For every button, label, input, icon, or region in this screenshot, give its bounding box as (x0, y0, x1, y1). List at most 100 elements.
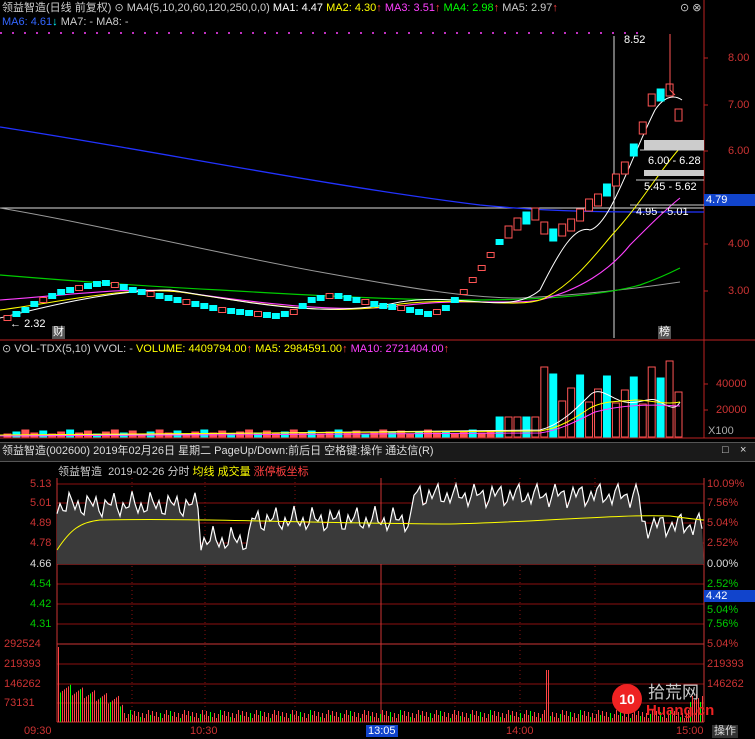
operate-button[interactable]: 操作 (712, 725, 738, 738)
maximize-icon[interactable]: □ (722, 444, 729, 457)
band-4: 4.95 - 5.01 (636, 206, 689, 218)
volume-bar (459, 431, 468, 438)
intraday-volume-bar (100, 697, 101, 722)
intraday-volume-bar (488, 714, 489, 722)
intraday-volume-bar (434, 714, 435, 722)
intraday-volume-bar (118, 695, 119, 722)
intraday-volume-bar (128, 714, 129, 722)
intraday-volume-bar (348, 715, 349, 722)
vvol-value: VVOL: - (93, 343, 133, 355)
intraday-volume-bar (462, 712, 463, 722)
close-icon[interactable]: × (740, 444, 746, 457)
intraday-volume-bar (438, 715, 439, 722)
intraday-volume-bar (120, 706, 121, 722)
intraday-volume-bar (338, 717, 339, 722)
intraday-volume-bar (562, 710, 563, 722)
volume-toggle[interactable]: 成交量 (218, 466, 251, 478)
price-tick-3: 3.00 (728, 285, 750, 297)
iprice-5-13: 5.13 (30, 478, 52, 490)
intraday-volume-bar (198, 718, 199, 722)
intraday-volume-bar (426, 712, 427, 722)
intraday-volume-bar (204, 715, 205, 722)
candle (531, 207, 540, 221)
vol-dropdown-icon[interactable]: ⊙ (2, 343, 11, 355)
intraday-volume-bar (98, 699, 99, 722)
intraday-volume-bar (308, 714, 309, 722)
intraday-volume-bar (644, 717, 645, 722)
intraday-volume-bar (96, 700, 97, 722)
intraday-volume-bar (208, 716, 209, 722)
candle (280, 311, 289, 317)
intraday-volume-bar (176, 717, 177, 722)
intraday-volume-bar (598, 710, 599, 722)
candle (12, 311, 21, 317)
intraday-volume-bar (142, 713, 143, 722)
intraday-volume-bar (316, 716, 317, 722)
intraday-volume-bar (344, 714, 345, 722)
intraday-volume-bar (268, 713, 269, 722)
intraday-volume-bar (492, 715, 493, 722)
intraday-volume-bar (424, 716, 425, 722)
intraday-volume-bar (206, 711, 207, 722)
candle (146, 291, 155, 297)
avg-toggle[interactable]: 均线 (193, 466, 215, 478)
intraday-volume-bar (236, 714, 237, 722)
cai-badge[interactable]: 财 (52, 326, 65, 339)
candle (594, 193, 602, 207)
candle (254, 311, 262, 317)
candle (84, 283, 92, 289)
intraday-volume-bar (138, 712, 139, 722)
intraday-volume-bar (436, 710, 437, 722)
time-1305: 13:05 (366, 725, 398, 737)
candle (21, 307, 30, 313)
intraday-volume-bar (62, 690, 63, 722)
intraday-volume-bar (618, 715, 619, 722)
intraday-volume-bar (240, 715, 241, 722)
intraday-volume-bar (162, 718, 163, 722)
volume-bar (531, 416, 540, 438)
intraday-volume-bar (538, 713, 539, 722)
intraday-volume-bar (626, 717, 627, 722)
candle (674, 108, 683, 122)
candle (477, 265, 486, 271)
intraday-volume-bar (574, 713, 575, 722)
candle (602, 183, 611, 197)
intraday-volume-bar (234, 718, 235, 722)
intraday-volume-bar (146, 714, 147, 722)
intraday-volume-bar (444, 712, 445, 722)
candle (262, 312, 271, 318)
ivol-right-219393: 219393 (707, 658, 744, 670)
limit-toggle[interactable]: 涨停板坐标 (254, 466, 309, 478)
intraday-volume-bar (476, 711, 477, 722)
candle (567, 218, 576, 232)
intraday-volume-bar (352, 716, 353, 722)
intraday-volume-bar (380, 714, 381, 722)
candle (585, 198, 594, 212)
watermark-domain: Huang.cn (646, 702, 715, 719)
bang-badge[interactable]: 榜 (658, 326, 671, 339)
intraday-volume-bar (568, 716, 569, 722)
intraday-volume-bar (420, 715, 421, 722)
intraday-volume-bar (332, 711, 333, 722)
candle (638, 121, 647, 135)
intraday-volume-bar (528, 715, 529, 722)
intraday-volume-bar (254, 714, 255, 722)
ivol-73131: 73131 (4, 697, 35, 709)
intraday-volume-bar (250, 713, 251, 722)
candle (495, 239, 504, 245)
intraday-volume-bar (550, 716, 551, 722)
intraday-volume-bar (354, 712, 355, 722)
intraday-volume-bar (214, 713, 215, 722)
intraday-volume-bar (584, 711, 585, 722)
iprice-4-31: 4.31 (30, 618, 52, 630)
intraday-volume-bar (502, 713, 503, 722)
intraday-volume-bar (390, 712, 391, 722)
intraday-volume-bar (448, 713, 449, 722)
intraday-volume-bar (364, 710, 365, 722)
intraday-volume-bar (564, 715, 565, 722)
candle (316, 295, 325, 301)
intraday-volume-bar (452, 714, 453, 722)
intraday-volume-bar (636, 715, 637, 722)
intraday-volume-bar (110, 702, 111, 722)
intraday-volume-bar (498, 712, 499, 722)
